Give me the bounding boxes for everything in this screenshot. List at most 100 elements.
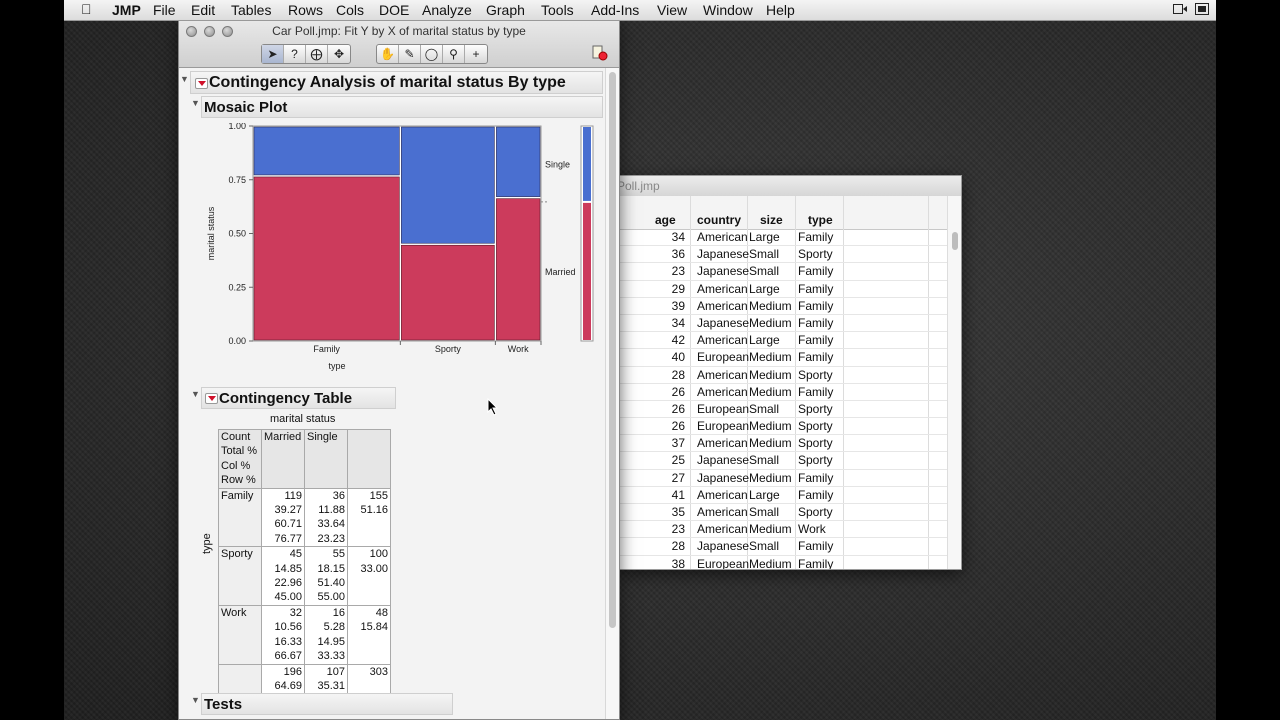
cell-country: European (697, 401, 750, 416)
crosshair-tool-icon[interactable]: ⨁ (306, 45, 328, 63)
table-row[interactable]: 27 Japanese Medium Family (619, 470, 947, 487)
mosaic-cell-sporty-single[interactable] (401, 126, 495, 244)
table-row[interactable]: 35 American Small Sporty (619, 504, 947, 522)
col-header-total (347, 429, 391, 489)
table-row[interactable]: 34 Japanese Medium Family (619, 315, 947, 333)
menu-help[interactable]: Help (766, 2, 795, 18)
report-window[interactable]: Car Poll.jmp: Fit Y by X of marital stat… (178, 20, 620, 720)
menu-view[interactable]: View (657, 2, 687, 18)
cell-type: Sporty (798, 453, 833, 468)
arrow-tool-icon[interactable]: ➤ (262, 45, 284, 63)
apple-menu-icon[interactable]:  (81, 1, 92, 17)
analysis-disclosure-icon[interactable]: ▼ (180, 74, 189, 84)
table-row[interactable]: 28 Japanese Small Family (619, 538, 947, 556)
annotate-tool-icon[interactable]: + (465, 45, 487, 63)
menu-tables[interactable]: Tables (231, 2, 271, 18)
table-row[interactable]: 25 Japanese Small Sporty (619, 452, 947, 470)
cell-country: Japanese (697, 470, 750, 485)
table-row[interactable]: 23 Japanese Small Family (619, 263, 947, 281)
analysis-title: Contingency Analysis of marital status B… (209, 74, 566, 91)
contingency-table-header[interactable]: Contingency Table (201, 387, 396, 409)
cell-country: American (697, 436, 748, 451)
menu-window[interactable]: Window (703, 2, 753, 18)
cell-country: American (697, 281, 748, 296)
table-row[interactable]: 29 American Large Family (619, 281, 947, 298)
menu-doe[interactable]: DOE (379, 2, 409, 18)
table-row[interactable]: 26 American Medium Family (619, 384, 947, 401)
menu-add-ins[interactable]: Add-Ins (591, 2, 639, 18)
cell-country: Japanese (697, 315, 750, 330)
col-header-type[interactable]: type (808, 213, 833, 227)
menu-jmp[interactable]: JMP (112, 2, 141, 18)
data-table-window[interactable]: Poll.jmp age country size type 34 America… (618, 175, 962, 570)
cell-size: Small (749, 505, 780, 519)
menu-rows[interactable]: Rows (288, 2, 323, 18)
mosaic-cell-family-married[interactable] (253, 176, 400, 341)
table-row[interactable]: 34 American Large Family (619, 229, 947, 247)
cell-size: Medium (749, 315, 792, 330)
brush-tool-icon[interactable]: ✎ (399, 45, 421, 63)
analysis-header[interactable]: Contingency Analysis of marital status B… (190, 71, 603, 94)
table-row[interactable]: 40 European Medium Family (619, 349, 947, 367)
data-vertical-scrollbar[interactable] (947, 196, 961, 569)
cell-type: Family (798, 384, 834, 399)
fullscreen-icon[interactable] (1195, 3, 1209, 15)
mosaic-cell-sporty-married[interactable] (401, 244, 495, 341)
cell-age: 25 (671, 453, 685, 468)
report-titlebar[interactable]: Car Poll.jmp: Fit Y by X of marital stat… (179, 21, 619, 68)
mosaic-plot-header[interactable]: Mosaic Plot (201, 96, 603, 118)
marginal-bar-single[interactable] (583, 127, 591, 201)
cell-age: 28 (671, 367, 685, 382)
lasso-tool-icon[interactable]: ◯ (421, 45, 443, 63)
cell-type: Family (798, 281, 834, 296)
cell-size: Large (749, 487, 780, 502)
marginal-bar-married[interactable] (583, 202, 591, 340)
table-row[interactable]: 41 American Large Family (619, 487, 947, 504)
mosaic-plot[interactable]: 0.00 0.25 0.50 0.75 1.00 marital status Family… (199, 123, 599, 403)
cell-type: Family (798, 298, 834, 313)
contingency-red-triangle-icon[interactable] (205, 393, 218, 404)
data-window-titlebar[interactable]: Poll.jmp (619, 176, 961, 197)
cell-country: American (697, 522, 748, 537)
table-row[interactable]: 37 American Medium Sporty (619, 435, 947, 453)
table-row[interactable]: 38 European Medium Family (619, 556, 947, 570)
table-row[interactable]: 26 European Medium Sporty (619, 418, 947, 436)
table-row[interactable]: 39 American Medium Family (619, 298, 947, 315)
menu-analyze[interactable]: Analyze (422, 2, 472, 18)
col-header-age[interactable]: age (655, 213, 676, 227)
col-header-married: Married (261, 429, 305, 489)
cell-age: 37 (671, 436, 685, 451)
tests-disclosure-icon[interactable]: ▼ (191, 695, 200, 705)
cell-age: 34 (671, 230, 685, 244)
mosaic-cell-work-single[interactable] (496, 126, 541, 197)
table-row[interactable]: 28 American Medium Sporty (619, 367, 947, 384)
grabber-tool-icon[interactable]: ✥ (328, 45, 350, 63)
table-row[interactable]: 23 American Medium Work (619, 521, 947, 539)
pin-window-icon[interactable] (592, 45, 608, 61)
cell-type: Sporty (798, 401, 833, 416)
screen-record-icon[interactable] (1173, 3, 1187, 15)
tests-header[interactable]: Tests (201, 693, 453, 715)
menu-tools[interactable]: Tools (541, 2, 574, 18)
table-row[interactable]: 36 Japanese Small Sporty (619, 246, 947, 264)
menu-edit[interactable]: Edit (191, 2, 215, 18)
menu-file[interactable]: File (153, 2, 176, 18)
magnifier-tool-icon[interactable]: ⚲ (443, 45, 465, 63)
cell-country: European (697, 419, 750, 434)
col-header-country[interactable]: country (697, 213, 741, 227)
analysis-red-triangle-icon[interactable] (195, 78, 208, 89)
table-row[interactable]: 42 American Large Family (619, 332, 947, 350)
col-header-size[interactable]: size (760, 213, 783, 227)
report-vertical-scrollbar[interactable] (605, 68, 619, 719)
mosaic-cell-work-married[interactable] (496, 198, 541, 341)
mosaic-disclosure-icon[interactable]: ▼ (191, 98, 200, 108)
data-column-header: age country size type (619, 196, 947, 230)
menu-cols[interactable]: Cols (336, 2, 364, 18)
mosaic-cell-family-single[interactable] (253, 126, 400, 176)
contingency-disclosure-icon[interactable]: ▼ (191, 389, 200, 399)
hand-tool-icon[interactable]: ✋ (377, 45, 399, 63)
table-row[interactable]: 26 European Small Sporty (619, 401, 947, 419)
cell-country: European (697, 556, 750, 570)
menu-graph[interactable]: Graph (486, 2, 525, 18)
help-tool-icon[interactable]: ? (284, 45, 306, 63)
